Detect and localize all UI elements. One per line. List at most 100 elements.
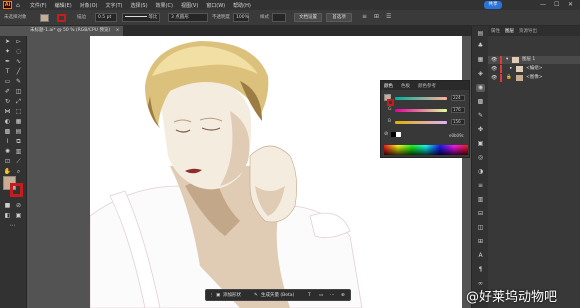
visibility-eye-icon[interactable]: 👁 <box>491 56 497 64</box>
red-slider[interactable] <box>395 97 447 100</box>
canvas-area[interactable] <box>27 36 471 308</box>
lock-icon[interactable]: 🔒 <box>506 74 512 82</box>
slice-tool-icon[interactable]: ⟋ <box>14 158 23 166</box>
libraries-icon[interactable]: ▦ <box>476 56 485 64</box>
lasso-icon[interactable]: ◌ <box>14 48 23 56</box>
menu-icon[interactable]: ☰ <box>386 13 391 20</box>
menu-object[interactable]: 对象(O) <box>80 2 98 9</box>
rectangle-tool-icon[interactable]: ▭ <box>3 78 12 86</box>
magic-wand-icon[interactable]: ✦ <box>3 48 12 56</box>
draw-mode-icon[interactable]: ◧ <box>3 212 12 220</box>
gradient-tool-icon[interactable]: ▤ <box>14 128 23 136</box>
color-mode-icon[interactable]: ■ <box>3 202 12 210</box>
stroke-swatch[interactable] <box>57 14 66 22</box>
maximize-button[interactable]: ☐ <box>554 1 559 8</box>
mesh-tool-icon[interactable]: ▩ <box>3 128 12 136</box>
tab-close-icon[interactable]: × <box>116 28 120 33</box>
expand-arrow-icon[interactable]: ▾ <box>506 56 508 64</box>
menu-select[interactable]: 选择(S) <box>130 2 147 9</box>
curvature-tool-icon[interactable]: ∿ <box>14 58 23 66</box>
add-shape-icon[interactable]: ▣ <box>216 292 220 299</box>
color-spectrum[interactable] <box>384 145 468 155</box>
brush-field[interactable]: 3 点圆形 <box>168 13 208 22</box>
hand-tool-icon[interactable]: ✋ <box>3 168 12 176</box>
minimize-button[interactable]: — <box>540 1 546 8</box>
tab-color-guide[interactable]: 颜色参考 <box>418 83 436 89</box>
club-icon[interactable]: ♣ <box>476 42 485 50</box>
layer-row[interactable]: 👁 ▸ <编组> <box>488 65 580 73</box>
opacity-field[interactable]: 100% <box>233 13 249 22</box>
direct-selection-tool-icon[interactable]: ▻ <box>14 38 23 46</box>
add-shape-button[interactable]: 添加形状 <box>223 292 241 299</box>
width-tool-icon[interactable]: ⋈ <box>3 108 12 116</box>
transform-icon[interactable]: ⊞ <box>374 13 379 20</box>
zoom-tool-icon[interactable]: ⌕ <box>14 168 23 176</box>
blend-tool-icon[interactable]: ⧉ <box>14 138 23 146</box>
visibility-eye-icon[interactable]: 👁 <box>491 65 497 73</box>
menu-edit[interactable]: 编辑(E) <box>55 2 72 9</box>
swatches-icon[interactable]: ▩ <box>476 98 485 106</box>
text-icon[interactable]: T <box>308 292 311 299</box>
pen-tool-icon[interactable]: ✒ <box>3 58 12 66</box>
tab-color[interactable]: 颜色 <box>384 83 393 89</box>
menu-view[interactable]: 视图(V) <box>181 2 198 9</box>
symbol-sprayer-icon[interactable]: ✺ <box>3 148 12 156</box>
variable-width-field[interactable]: 等比 <box>122 13 160 22</box>
panel-stroke-swatch[interactable] <box>387 99 394 106</box>
tab-asset-export[interactable]: 资源导出 <box>519 28 537 34</box>
shaper-tool-icon[interactable]: ✐ <box>3 88 12 96</box>
none-swatch-icon[interactable]: ⊘ <box>384 131 388 137</box>
home-icon[interactable]: ⌂ <box>16 2 20 9</box>
scale-tool-icon[interactable]: ⤢ <box>14 98 23 106</box>
paintbrush-icon[interactable]: ✎ <box>14 78 23 86</box>
edit-toolbar-icon[interactable]: ⋯ <box>8 222 17 230</box>
stroke-panel-icon[interactable]: ≡ <box>476 182 485 190</box>
stroke-weight-field[interactable]: 0.5 pt <box>95 13 117 22</box>
paragraph-icon[interactable]: ¶ <box>476 266 485 274</box>
menu-window[interactable]: 窗口(W) <box>206 2 225 9</box>
red-value[interactable]: 224 <box>451 95 465 101</box>
graphic-styles-icon[interactable]: ▣ <box>476 140 485 148</box>
appearance-icon[interactable]: ◎ <box>476 154 485 162</box>
drag-handle-icon[interactable]: ⋮ <box>209 292 214 299</box>
more-options-icon[interactable]: ⋯ <box>330 292 335 299</box>
layer-row[interactable]: 👁 🔒 <图像> <box>488 74 580 82</box>
share-button[interactable]: 共享 <box>484 1 502 9</box>
generate-vector-button[interactable]: 生成矢量 (Beta) <box>261 292 294 299</box>
document-setup-button[interactable]: 文档设置 <box>294 13 322 22</box>
generate-vector-icon[interactable]: ✎ <box>254 292 258 299</box>
green-value[interactable]: 176 <box>451 107 465 113</box>
artboard-tool-icon[interactable]: ⊡ <box>3 158 12 166</box>
shape-builder-icon[interactable]: ◐ <box>3 118 12 126</box>
color-panel-icon[interactable]: ◉ <box>476 84 485 92</box>
gradient-panel-icon[interactable]: ▥ <box>476 196 485 204</box>
eraser-icon[interactable]: ◫ <box>14 88 23 96</box>
expand-arrow-icon[interactable]: ▸ <box>510 65 512 73</box>
properties-icon[interactable]: ▤ <box>476 30 485 38</box>
menu-help[interactable]: 帮助(H) <box>233 2 251 9</box>
close-button[interactable]: ✕ <box>568 1 573 8</box>
menu-file[interactable]: 文件(F) <box>30 2 47 9</box>
tab-swatches[interactable]: 色板 <box>401 83 410 89</box>
document-tab[interactable]: 未标题-1.ai* @ 50 % (RGB/CPU 预览) × <box>27 26 123 36</box>
blue-slider[interactable] <box>395 121 447 124</box>
artboard[interactable] <box>89 36 462 308</box>
line-tool-icon[interactable]: ╱ <box>14 68 23 76</box>
preferences-button[interactable]: 首选项 <box>326 13 352 22</box>
white-swatch[interactable] <box>396 132 401 137</box>
align-panel-icon[interactable]: ⊟ <box>476 210 485 218</box>
tab-properties[interactable]: 属性 <box>491 28 500 34</box>
align-icon[interactable]: ≡ <box>362 13 367 20</box>
blue-value[interactable]: 156 <box>451 119 465 125</box>
layer-row[interactable]: 👁 ▾ 图层 1 <box>488 56 580 64</box>
perspective-grid-icon[interactable]: ▦ <box>14 118 23 126</box>
tab-layers[interactable]: 图层 <box>505 28 514 34</box>
character-icon[interactable]: A <box>476 252 485 260</box>
green-slider[interactable] <box>395 109 447 112</box>
style-picker[interactable] <box>272 13 286 22</box>
rotate-tool-icon[interactable]: ↻ <box>3 98 12 106</box>
stroke-color-box[interactable] <box>10 183 23 197</box>
menu-type[interactable]: 文字(T) <box>106 2 123 9</box>
symbols-icon[interactable]: ✤ <box>476 126 485 134</box>
pin-icon[interactable]: ⊕ <box>341 292 345 299</box>
